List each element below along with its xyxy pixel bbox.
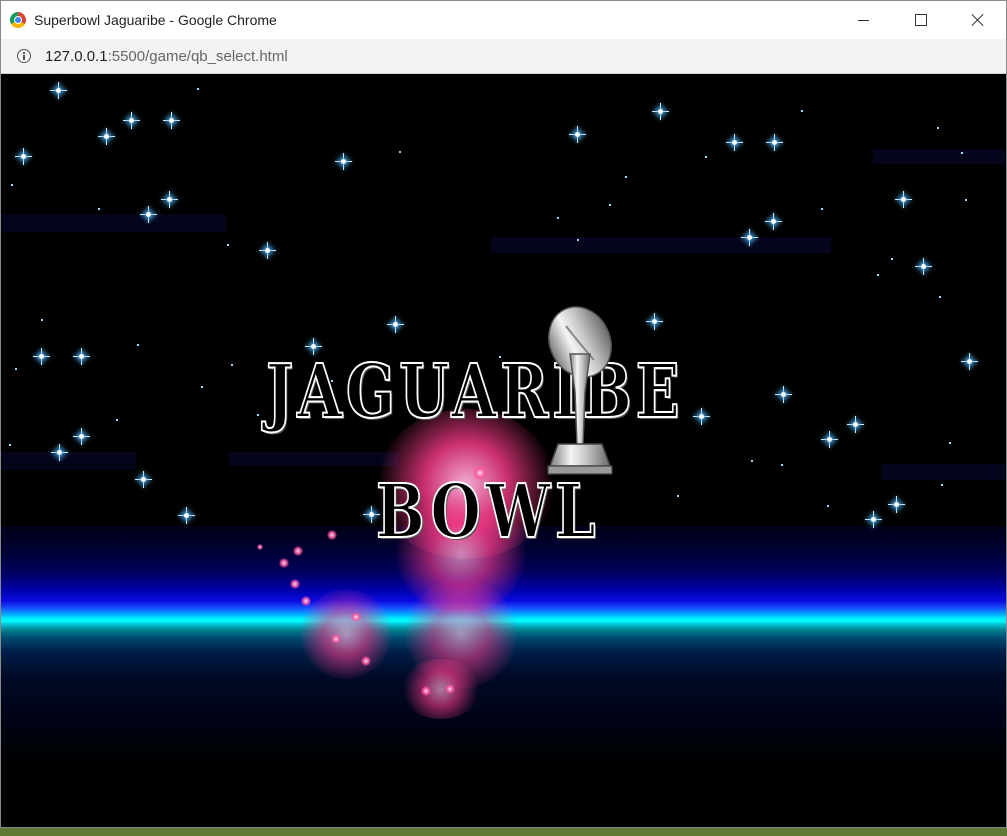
star-core — [104, 134, 109, 139]
star-dot — [705, 156, 707, 158]
star-dot — [751, 460, 753, 462]
star-core — [341, 159, 346, 164]
star-dot — [801, 110, 803, 112]
spark — [421, 686, 431, 696]
sky-band — [873, 149, 1006, 164]
star-dot — [257, 414, 259, 416]
game-logo: JAGUARIBE BOWL — [265, 304, 696, 564]
star-core — [57, 450, 62, 455]
url-host: 127.0.0.1 — [45, 47, 108, 65]
title-bar: Superbowl Jaguaribe - Google Chrome — [1, 1, 1006, 39]
star-core — [747, 235, 752, 240]
star-dot — [781, 464, 783, 466]
star-dot — [557, 217, 559, 219]
star-core — [853, 422, 858, 427]
star-core — [781, 392, 786, 397]
star-core — [184, 513, 189, 518]
star-core — [901, 197, 906, 202]
spark — [257, 544, 263, 550]
game-canvas[interactable]: JAGUARIBE BOWL — [1, 74, 1006, 827]
star-dot — [941, 484, 943, 486]
star-core — [146, 212, 151, 217]
star-dot — [937, 127, 939, 129]
browser-window: Superbowl Jaguaribe - Google Chrome 127.… — [0, 0, 1007, 828]
star-dot — [939, 296, 941, 298]
star-core — [827, 437, 832, 442]
sky-band — [1, 214, 226, 232]
star-dot — [116, 419, 118, 421]
logo-line-1: JAGUARIBE — [265, 348, 684, 436]
star-dot — [137, 344, 139, 346]
star-core — [699, 414, 704, 419]
star-core — [169, 118, 174, 123]
star-dot — [9, 444, 11, 446]
star-core — [732, 140, 737, 145]
star-dot — [961, 152, 963, 154]
window-title: Superbowl Jaguaribe - Google Chrome — [34, 12, 277, 28]
info-icon[interactable] — [17, 49, 31, 63]
star-dot — [11, 184, 13, 186]
logo-line-2: BOWL — [375, 468, 601, 556]
star-core — [894, 502, 899, 507]
star-dot — [821, 208, 823, 210]
star-core — [658, 109, 663, 114]
star-core — [56, 88, 61, 93]
star-dot — [877, 274, 879, 276]
flame-blob — [301, 589, 391, 679]
flame-blob — [401, 659, 481, 719]
minimize-button[interactable] — [835, 1, 892, 39]
star-dot — [965, 199, 967, 201]
star-core — [39, 354, 44, 359]
spark — [331, 634, 341, 644]
star-dot — [98, 208, 100, 210]
url-path: :5500/game/qb_select.html — [107, 47, 288, 65]
star-core — [129, 118, 134, 123]
star-dot — [15, 368, 17, 370]
star-core — [79, 434, 84, 439]
star-dot — [41, 319, 43, 321]
star-dot — [399, 151, 401, 153]
spark — [301, 596, 311, 606]
maximize-button[interactable] — [892, 1, 949, 39]
star-core — [967, 359, 972, 364]
star-core — [265, 248, 270, 253]
star-core — [871, 517, 876, 522]
star-core — [771, 219, 776, 224]
url-text[interactable]: 127.0.0.1:5500/game/qb_select.html — [45, 48, 288, 65]
spark — [290, 579, 300, 589]
sky-band — [1, 452, 136, 470]
sky-band — [491, 237, 831, 253]
star-dot — [201, 386, 203, 388]
spark — [445, 684, 455, 694]
maximize-icon — [914, 14, 927, 26]
address-bar[interactable]: 127.0.0.1:5500/game/qb_select.html — [1, 39, 1006, 74]
star-core — [921, 264, 926, 269]
star-dot — [625, 176, 627, 178]
star-dot — [231, 364, 233, 366]
star-dot — [949, 442, 951, 444]
star-dot — [577, 239, 579, 241]
window-controls — [835, 1, 1006, 39]
trophy-icon — [547, 306, 613, 475]
spark — [361, 656, 371, 666]
minimize-icon — [858, 19, 869, 21]
star-dot — [609, 204, 611, 206]
star-core — [21, 154, 26, 159]
chrome-logo-icon — [10, 12, 26, 28]
star-dot — [197, 88, 199, 90]
star-dot — [891, 258, 893, 260]
star-core — [79, 354, 84, 359]
sky-band — [881, 464, 1006, 480]
star-core — [167, 197, 172, 202]
close-button[interactable] — [949, 1, 1006, 39]
star-core — [772, 140, 777, 145]
close-icon — [971, 13, 985, 27]
spark — [351, 612, 361, 622]
star-dot — [227, 244, 229, 246]
star-dot — [827, 505, 829, 507]
star-core — [141, 477, 146, 482]
star-core — [575, 132, 580, 137]
